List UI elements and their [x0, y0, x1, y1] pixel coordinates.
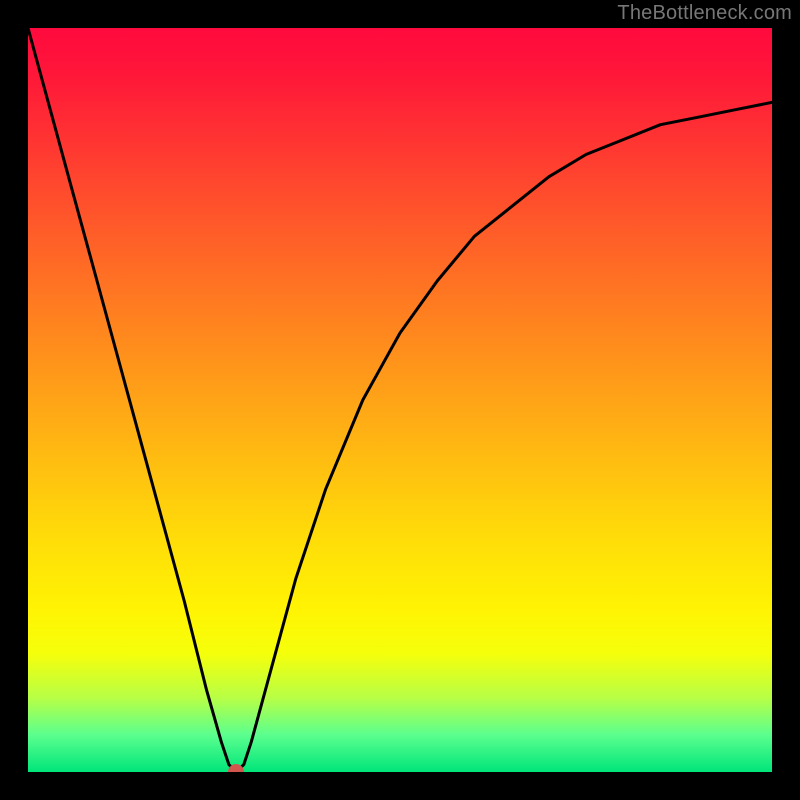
watermark-text: TheBottleneck.com: [617, 2, 792, 25]
bottleneck-curve: [28, 28, 772, 772]
plot-area: [28, 28, 772, 772]
chart-frame: TheBottleneck.com: [0, 0, 800, 800]
